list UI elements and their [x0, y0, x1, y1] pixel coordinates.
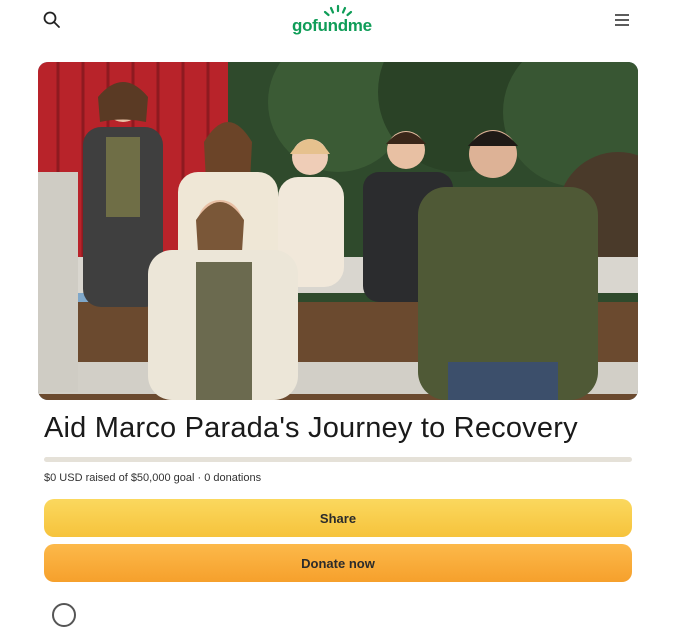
hamburger-menu-icon: [615, 14, 629, 26]
donate-now-button[interactable]: Donate now: [44, 544, 632, 582]
share-button[interactable]: Share: [44, 499, 632, 537]
donation-stats: $0 USD raised of $50,000 goal · 0 donati…: [44, 472, 262, 484]
menu-button[interactable]: [608, 6, 636, 34]
donation-progress-bar: [44, 457, 632, 462]
logo-wordmark: gofundme: [292, 16, 372, 35]
gofundme-logo[interactable]: gofundme: [292, 4, 384, 36]
search-icon: [43, 11, 60, 28]
fundraiser-title: Aid Marco Parada's Journey to Recovery: [44, 412, 578, 444]
organizer-avatar: [52, 603, 76, 627]
fundraiser-hero-image: [38, 62, 638, 400]
family-photo: [38, 62, 638, 400]
search-button[interactable]: [38, 6, 66, 34]
top-header: gofundme: [0, 0, 676, 44]
